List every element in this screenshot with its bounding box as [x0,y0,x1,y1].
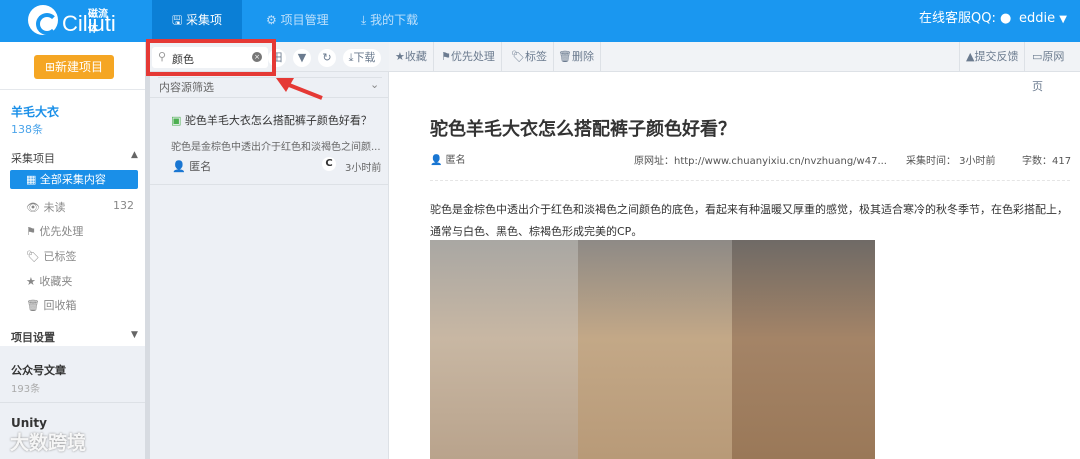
delete-button[interactable]: 🗑删除 [552,42,601,72]
image-icon: ▣ [171,114,182,127]
tab-my-downloads[interactable]: ⤓ 我的下载 [345,0,434,42]
watermark: 大数跨境 [10,432,87,454]
sidebar-item-priority[interactable]: ⚑ 优先处理 [26,223,83,239]
top-header: Ciliuti 磁流体 🖫 采集项目 ⚙ 项目管理 ⤓ 我的下载 在线客服QQ:… [0,0,1080,67]
sidebar-item-favorites[interactable]: ★ 收藏夹 [26,273,72,289]
project-name[interactable]: 羊毛大衣 [11,103,59,120]
caret-up-icon: ▲ [131,150,138,160]
user-icon: 👤 [172,160,186,173]
sidebar: ⊞新建项目 羊毛大衣 138条 采集项目 ▲ ▦ 全部采集内容 👁 未读 132… [0,42,145,459]
logo-icon [28,5,58,35]
chevron-down-icon: ▼ [1059,14,1067,25]
highlight-box [146,39,276,76]
project-count: 138条 [11,123,43,136]
section-settings[interactable]: 项目设置 [11,329,55,345]
item-title: ▣ 驼色羊毛大衣怎么搭配裤子颜色好看？ [171,114,372,127]
other-projects: 公众号文章 193条 Unity 大数跨境 [0,346,145,459]
favorite-button[interactable]: ★收藏 [389,42,434,72]
item-summary: 驼色是金棕色中透出介于红色和淡褐色之间颜... [171,142,381,153]
sidebar-item-all[interactable]: ▦ 全部采集内容 [10,170,138,189]
section-collect[interactable]: 采集项目 [11,150,55,166]
list-item[interactable]: ▣ 驼色羊毛大衣怎么搭配裤子颜色好看？ 驼色是金棕色中透出介于红色和淡褐色之间颜… [150,97,388,185]
article-image [430,240,578,459]
item-time: 3小时前 [345,163,382,174]
source-logo-icon: C [322,157,336,171]
chevron-down-icon[interactable]: ⌄ [370,78,379,91]
qq-icon: ● [1000,11,1012,26]
sidebar-item-tagged[interactable]: 🏷 已标签 [26,248,76,264]
tab-collect-projects[interactable]: 🖫 采集项目 [152,0,242,67]
word-count: 字数：417 [1022,156,1072,167]
annotation-arrow [276,78,323,100]
source-filter[interactable]: 内容源筛选 [159,79,214,95]
tab-project-management[interactable]: ⚙ 项目管理 [250,0,345,42]
source-url[interactable]: 原网址：http://www.chuanyixiu.cn/nvzhuang/w4… [634,152,887,167]
download-button[interactable]: ⤓下载 [343,49,381,67]
project-name[interactable]: 公众号文章 [11,362,66,378]
article-author: 👤 匿名 [430,155,466,166]
article-toolbar: ★收藏 ⚑优先处理 🏷标签 🗑删除 ▲提交反馈 ▭原网页 [389,42,1080,93]
source-page-button[interactable]: ▭原网页 [1026,42,1080,93]
sidebar-item-unread[interactable]: 👁 未读 [26,199,65,215]
unread-count: 132 [113,199,134,212]
new-project-button[interactable]: ⊞新建项目 [34,55,114,79]
caret-down-icon: ▼ [131,330,138,340]
user-icon: 👤 [430,155,443,166]
project-count: 193条 [11,384,41,395]
refresh-icon[interactable]: ↻ [318,49,336,67]
user-menu[interactable]: eddie ▼ [1019,0,1067,42]
support-qq[interactable]: 在线客服QQ: ● [919,0,1011,42]
logo[interactable]: Ciliuti 磁流体 [28,5,116,35]
priority-button[interactable]: ⚑优先处理 [435,42,502,72]
sidebar-item-trash[interactable]: 🗑 回收箱 [26,297,76,313]
article-title: 驼色羊毛大衣怎么搭配裤子颜色好看？ [430,119,736,140]
tag-button[interactable]: 🏷标签 [505,42,554,72]
collect-time: 采集时间： 3小时前 [906,156,996,167]
filter-icon[interactable]: ▼ [293,49,311,67]
article-body: 驼色是金棕色中透出介于红色和淡褐色之间颜色的底色，看起来有种温暖又厚重的感觉，极… [430,203,1068,238]
article-image [732,240,875,459]
article-image [578,240,732,459]
content-list-panel: 内容源筛选 ⌄ ▣ 驼色羊毛大衣怎么搭配裤子颜色好看？ 驼色是金棕色中透出介于红… [150,42,389,459]
item-author: 👤 匿名 [172,160,212,173]
feedback-button[interactable]: ▲提交反馈 [959,42,1026,72]
